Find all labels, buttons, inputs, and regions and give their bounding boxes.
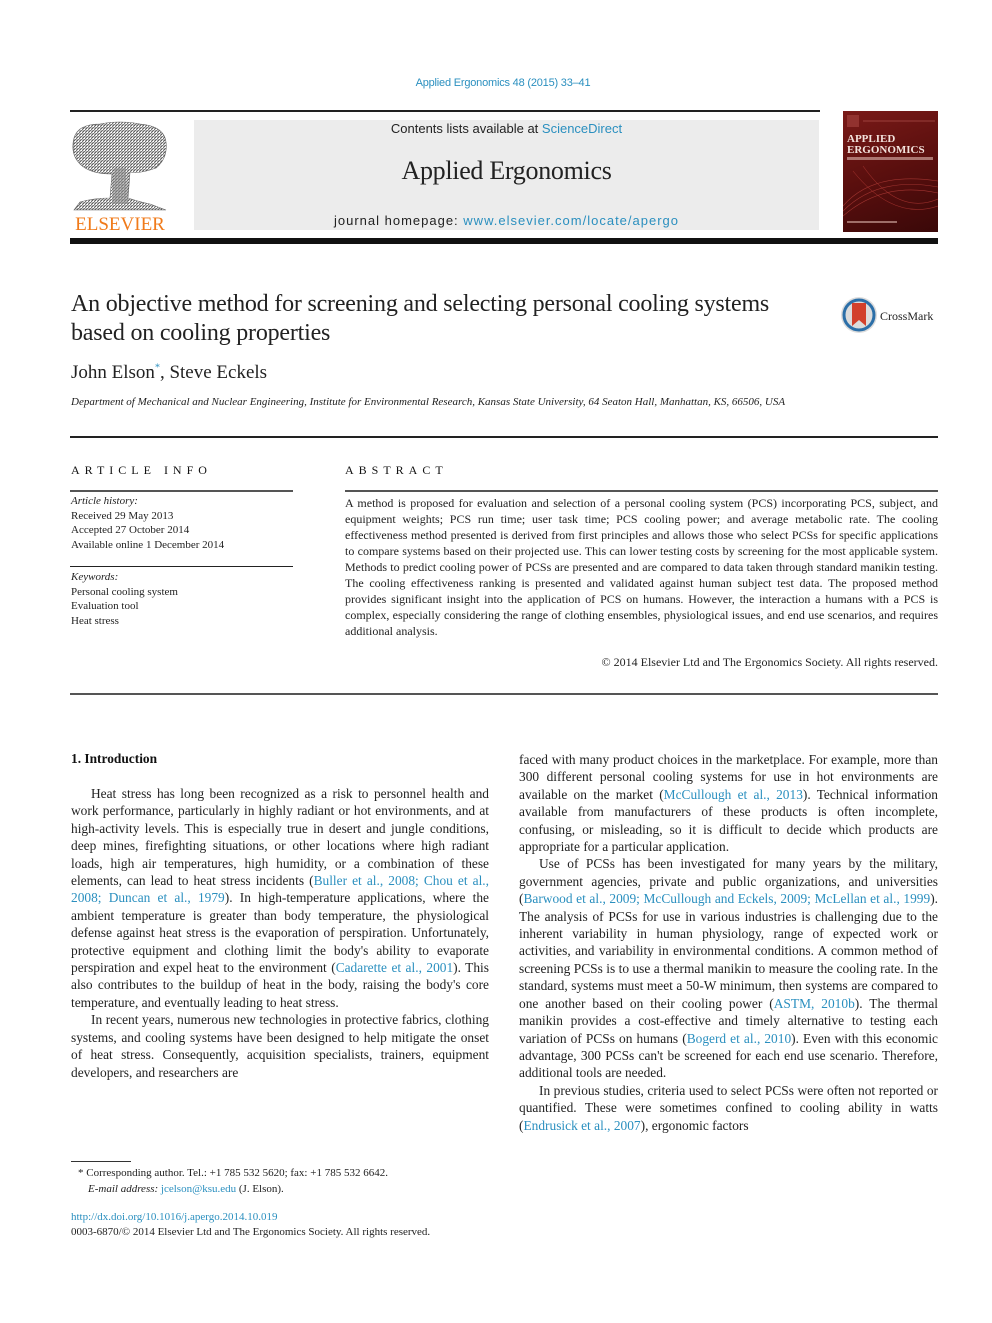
email-label: E-mail address:	[88, 1183, 161, 1195]
author-affiliation: Department of Mechanical and Nuclear Eng…	[71, 396, 786, 408]
footnote: * Corresponding author. Tel.: +1 785 532…	[78, 1165, 388, 1197]
journal-cover-art: APPLIED ERGONOMICS	[843, 115, 938, 223]
history-label: Article history:	[71, 495, 138, 507]
article-info-divider	[70, 490, 293, 492]
abstract-text: A method is proposed for evaluation and …	[345, 496, 938, 638]
body-paragraph: faced with many product choices in the m…	[519, 751, 938, 855]
body-text: In recent years, numerous new technologi…	[71, 1012, 489, 1080]
abstract-divider	[345, 490, 938, 492]
citation-link[interactable]: Endrusick et al., 2007	[523, 1118, 640, 1133]
keyword: Personal cooling system	[71, 585, 178, 598]
body-column-left: Heat stress has long been recognized as …	[71, 785, 489, 1081]
citation-link[interactable]: Barwood et al., 2009; McCullough and Eck…	[523, 891, 930, 906]
keywords: Keywords: Personal cooling system Evalua…	[71, 570, 178, 628]
crossmark-button[interactable]: CrossMark	[840, 296, 940, 336]
abstract-heading: ABSTRACT	[345, 463, 448, 477]
journal-homepage-line: journal homepage: www.elsevier.com/locat…	[194, 213, 819, 228]
author-name: Steve Eckels	[169, 362, 268, 383]
journal-homepage-link[interactable]: www.elsevier.com/locate/apergo	[463, 213, 679, 228]
article-title: An objective method for screening and se…	[71, 291, 770, 346]
elsevier-wordmark: ELSEVIER	[75, 214, 165, 234]
crossmark-icon: CrossMark	[841, 297, 933, 333]
citation-link[interactable]: McCullough et al., 2013	[664, 787, 803, 802]
footnote-divider	[71, 1161, 131, 1162]
abstract-bottom-divider	[70, 693, 938, 695]
keywords-divider	[70, 566, 293, 567]
author-list: John Elson*, Steve Eckels	[71, 362, 268, 383]
email-suffix: (J. Elson).	[236, 1183, 284, 1195]
journal-name: Applied Ergonomics	[401, 156, 612, 185]
body-paragraph: Heat stress has long been recognized as …	[71, 785, 489, 1011]
journal-citation-link[interactable]: Applied Ergonomics 48 (2015) 33–41	[0, 77, 992, 89]
email-link[interactable]: jcelson@ksu.edu	[161, 1183, 236, 1195]
body-paragraph: In recent years, numerous new technologi…	[71, 1011, 489, 1081]
article-history: Article history: Received 29 May 2013 Ac…	[71, 494, 224, 552]
keyword: Heat stress	[71, 614, 119, 627]
article-info-heading: ARTICLE INFO	[71, 463, 212, 477]
abstract-copyright: © 2014 Elsevier Ltd and The Ergonomics S…	[601, 655, 939, 669]
elsevier-tree-icon: ELSEVIER	[72, 121, 167, 235]
footnote-text: Corresponding author. Tel.: +1 785 532 5…	[83, 1167, 388, 1179]
doi-link[interactable]: http://dx.doi.org/10.1016/j.apergo.2014.…	[71, 1211, 277, 1223]
body-column-right: faced with many product choices in the m…	[519, 751, 938, 1134]
citation-link[interactable]: Cadarette et al., 2001	[336, 960, 453, 975]
history-received: Received 29 May 2013	[71, 509, 174, 522]
history-accepted: Accepted 27 October 2014	[71, 524, 190, 536]
issn-copyright: 0003-6870/© 2014 Elsevier Ltd and The Er…	[71, 1226, 431, 1238]
homepage-prefix: journal homepage:	[333, 213, 464, 228]
author-name: John Elson	[71, 362, 155, 383]
keywords-label: Keywords:	[71, 571, 119, 583]
header-divider	[70, 238, 938, 244]
sciencedirect-link[interactable]: ScienceDirect	[542, 121, 622, 136]
title-divider	[70, 436, 938, 438]
contents-availability-line: Contents lists available at ScienceDirec…	[194, 121, 819, 136]
crossmark-label: CrossMark	[880, 309, 933, 323]
keyword: Evaluation tool	[71, 600, 139, 612]
body-paragraph: In previous studies, criteria used to se…	[519, 1082, 938, 1134]
contents-prefix: Contents lists available at	[390, 121, 542, 136]
citation-link[interactable]: ASTM, 2010b	[774, 996, 855, 1011]
body-text: ), ergonomic factors	[640, 1117, 749, 1133]
body-text: ). The analysis of PCSs for use in vario…	[519, 891, 938, 1011]
body-paragraph: Use of PCSs has been investigated for ma…	[519, 855, 938, 1081]
journal-cover-thumbnail[interactable]: APPLIED ERGONOMICS	[843, 111, 938, 232]
citation-link[interactable]: Bogerd et al., 2010	[687, 1031, 791, 1046]
elsevier-logo: ELSEVIER	[70, 118, 170, 235]
top-divider	[70, 110, 820, 112]
history-online: Available online 1 December 2014	[71, 538, 225, 551]
section-heading: 1. Introduction	[71, 751, 158, 766]
svg-text:ERGONOMICS: ERGONOMICS	[847, 144, 925, 156]
